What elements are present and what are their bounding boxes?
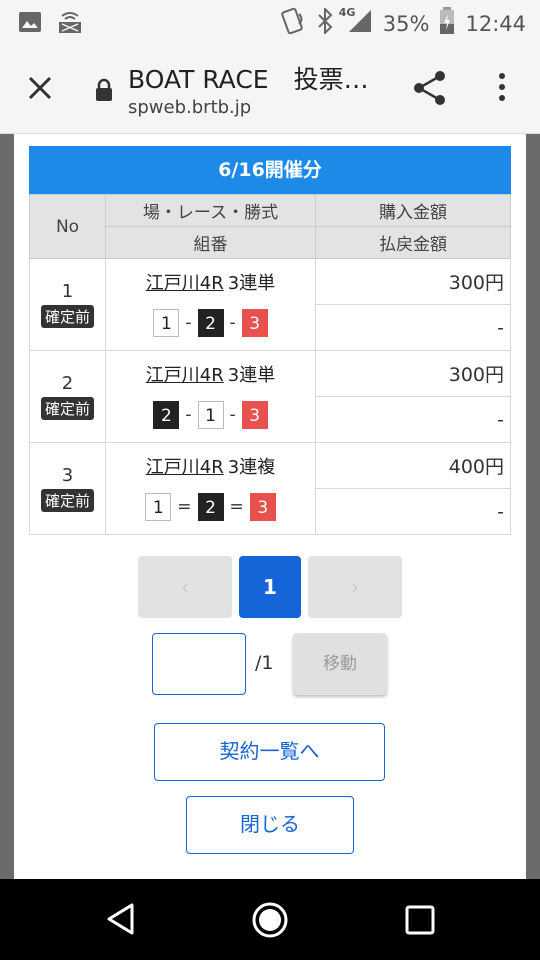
refund-amount: -: [315, 304, 511, 351]
header-combo: 組番: [105, 226, 316, 259]
boat-number: 1: [153, 309, 180, 337]
combination: 2 - 1 - 3: [106, 401, 315, 429]
browser-toolbar: BOAT RACE 投票… spweb.brtb.jp: [0, 42, 540, 134]
nfc-icon: [279, 6, 307, 41]
bet-type: 3連単: [227, 365, 276, 386]
combo-separator: =: [177, 497, 192, 517]
boat-number: 3: [249, 493, 276, 521]
row-no-cell: 2 確定前: [29, 350, 106, 443]
combo-separator: -: [185, 405, 192, 425]
signal-icon: 4G: [339, 6, 373, 39]
boat-number: 1: [145, 493, 172, 521]
back-button[interactable]: [104, 901, 138, 941]
home-button[interactable]: [250, 900, 290, 944]
bet-table: No 場・レース・勝式 購入金額 組番 払戻金額 1 確定前 江戸川4R 3連単 …: [29, 194, 511, 535]
race-link[interactable]: 江戸川4R: [146, 365, 224, 386]
row-no-cell: 3 確定前: [29, 442, 106, 535]
share-button[interactable]: [410, 68, 450, 108]
recent-apps-button[interactable]: [404, 904, 436, 940]
boat-number: 3: [241, 309, 268, 337]
race-link[interactable]: 江戸川4R: [146, 273, 224, 294]
boat-number: 2: [153, 401, 180, 429]
row-number: 2: [61, 373, 74, 394]
battery-percent: 35%: [382, 11, 430, 36]
tab-url: spweb.brtb.jp: [128, 97, 252, 118]
combination: 1 = 2 = 3: [106, 493, 315, 521]
boat-number: 2: [197, 493, 224, 521]
combo-separator: -: [185, 313, 192, 333]
table-row: 1 確定前 江戸川4R 3連単 1 - 2 - 3 300円: [29, 258, 511, 351]
battery-charging-icon: [439, 7, 455, 40]
gallery-icon: [18, 11, 42, 37]
header-race: 場・レース・勝式: [105, 194, 316, 227]
lock-icon: [94, 78, 114, 106]
header-refund: 払戻金額: [315, 226, 511, 259]
close-icon: [28, 76, 52, 100]
move-button[interactable]: 移動: [293, 633, 387, 695]
combination: 1 - 2 - 3: [106, 309, 315, 337]
network-type: 4G: [338, 6, 356, 19]
combo-separator: -: [229, 313, 236, 333]
page-number-input[interactable]: [152, 633, 246, 695]
boat-number: 1: [197, 401, 224, 429]
more-menu-button[interactable]: [490, 70, 514, 106]
bet-type: 3連単: [227, 273, 276, 294]
header-purchase: 購入金額: [315, 194, 511, 227]
navigation-bar: [0, 879, 540, 960]
row-number: 1: [61, 281, 74, 302]
close-tab-button[interactable]: [22, 70, 58, 106]
tab-title: BOAT RACE 投票…: [128, 65, 369, 94]
next-page-button[interactable]: ›: [308, 556, 402, 618]
header-no: No: [29, 194, 106, 259]
combo-separator: -: [229, 405, 236, 425]
table-row: 3 確定前 江戸川4R 3連複 1 = 2 = 3 400円: [29, 442, 511, 535]
race-cell: 江戸川4R 3連単 1 - 2 - 3: [105, 258, 316, 351]
table-row: 2 確定前 江戸川4R 3連単 2 - 1 - 3 300円: [29, 350, 511, 443]
race-link[interactable]: 江戸川4R: [146, 457, 224, 478]
race-cell: 江戸川4R 3連単 2 - 1 - 3: [105, 350, 316, 443]
bluetooth-icon: [317, 6, 333, 39]
back-triangle-icon: [107, 903, 134, 935]
race-cell: 江戸川4R 3連複 1 = 2 = 3: [105, 442, 316, 535]
status-badge: 確定前: [40, 305, 94, 328]
status-bar: 4G 35% 12:44: [0, 0, 540, 42]
page-total: /1: [255, 652, 274, 674]
recent-square-icon: [405, 905, 435, 935]
boat-number: 3: [241, 401, 268, 429]
close-button[interactable]: 閉じる: [186, 796, 354, 854]
date-header: 6/16開催分: [29, 146, 511, 194]
share-icon: [414, 71, 445, 105]
current-page-button[interactable]: 1: [239, 556, 301, 618]
wifi-card-icon: [56, 10, 84, 38]
refund-amount: -: [315, 396, 511, 443]
contract-list-button[interactable]: 契約一覧へ: [154, 723, 385, 781]
more-vert-icon: [499, 73, 505, 101]
row-number: 3: [61, 465, 74, 486]
prev-page-button[interactable]: ‹: [138, 556, 232, 618]
clock: 12:44: [465, 11, 526, 36]
purchase-amount: 400円: [315, 442, 511, 489]
status-badge: 確定前: [40, 397, 94, 420]
row-no-cell: 1 確定前: [29, 258, 106, 351]
purchase-amount: 300円: [315, 350, 511, 397]
status-badge: 確定前: [40, 489, 94, 512]
bet-type: 3連複: [227, 457, 276, 478]
purchase-amount: 300円: [315, 258, 511, 305]
refund-amount: -: [315, 488, 511, 535]
combo-separator: =: [229, 497, 244, 517]
home-circle-icon: [252, 902, 288, 938]
boat-number: 2: [197, 309, 224, 337]
